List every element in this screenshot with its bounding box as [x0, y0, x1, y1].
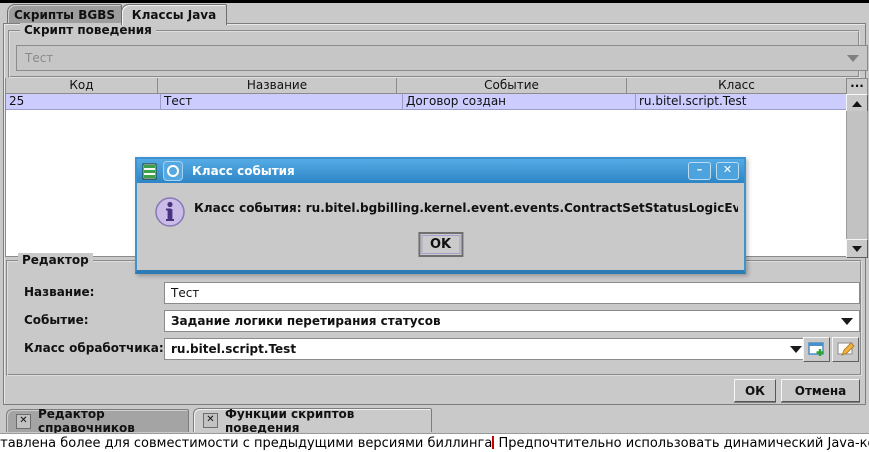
script-behavior-groupbox: Скрипт поведения Тест [8, 30, 860, 78]
cancel-button[interactable]: Отмена [781, 379, 860, 402]
table-row[interactable]: 25 Тест Договор создан ru.bitel.script.T… [6, 94, 847, 110]
event-combobox[interactable]: Задание логики перетирания статусов [164, 310, 860, 332]
app-icon [142, 163, 159, 180]
script-behavior-group-title: Скрипт поведения [20, 23, 156, 37]
chevron-down-icon [847, 55, 859, 62]
name-input[interactable]: Тест [164, 282, 860, 304]
tab-scripts-bgbs[interactable]: Скрипты BGBS [7, 4, 122, 24]
dialog-title: Класс события [192, 164, 683, 178]
bottom-tab-behavior-script-functions[interactable]: ✕ Функции скриптов поведения [193, 408, 432, 432]
event-class-dialog: Класс события – ✕ Класс события: ru.bite… [135, 157, 746, 274]
dialog-ok-button[interactable]: OK [418, 232, 463, 257]
handler-class-combobox[interactable]: ru.bitel.script.Test [164, 338, 809, 360]
table-header-row: Код Название Событие Класс [6, 78, 847, 94]
dialog-message: Класс события: ru.bitel.bgbilling.kernel… [194, 201, 738, 215]
dialog-titlebar[interactable]: Класс события – ✕ [137, 159, 744, 183]
cancel-button-label: Отмена [795, 384, 847, 398]
arrow-down-icon [852, 246, 862, 252]
tab-scripts-bgbs-label: Скрипты BGBS [14, 8, 115, 22]
name-label: Название: [24, 285, 94, 299]
name-input-value: Тест [171, 286, 199, 300]
window-edit-icon [837, 342, 855, 358]
dialog-body: Класс события: ru.bitel.bgbilling.kernel… [137, 183, 744, 266]
top-black-strip [0, 0, 869, 3]
column-header-code[interactable]: Код [6, 78, 158, 93]
help-text-right: Предпочтительно использовать динамически… [494, 436, 869, 451]
bottom-tab-directory-editor[interactable]: ✕ Редактор справочников [6, 409, 189, 432]
ok-button-label: ОК [745, 384, 765, 398]
bottom-tab-directory-editor-label: Редактор справочников [38, 407, 179, 435]
event-label: Событие: [24, 313, 89, 327]
cell-event: Договор создан [403, 94, 636, 109]
editor-group-title: Редактор [18, 253, 93, 267]
tab-classes-java[interactable]: Классы Java [121, 4, 227, 25]
help-text-area: ставлена более для совместимости с преды… [0, 433, 869, 452]
minimize-button[interactable]: – [688, 162, 711, 180]
script-behavior-combobox[interactable]: Тест [16, 45, 868, 71]
scrollbar-down-button[interactable] [846, 239, 868, 258]
help-text-left: ставлена более для совместимости с преды… [0, 436, 492, 451]
tab-classes-java-label: Классы Java [132, 8, 216, 22]
column-header-name[interactable]: Название [158, 78, 397, 93]
ring-glyph [167, 165, 179, 177]
info-icon [154, 194, 186, 230]
close-icon[interactable]: ✕ [203, 413, 218, 428]
handler-class-combobox-value: ru.bitel.script.Test [171, 342, 296, 356]
add-class-button[interactable] [803, 337, 830, 362]
editor-groupbox: Редактор Название: Тест Событие: Задание… [6, 260, 862, 376]
chevron-down-icon [790, 346, 802, 353]
cell-name: Тест [161, 94, 403, 109]
handler-class-label: Класс обработчика: [24, 341, 164, 355]
ok-button[interactable]: ОК [734, 379, 776, 402]
dialog-menu-icon[interactable] [163, 161, 183, 181]
bottom-tab-behavior-script-functions-label: Функции скриптов поведения [225, 407, 422, 435]
cell-class: ru.bitel.script.Test [636, 94, 847, 109]
window-add-icon [808, 342, 826, 358]
chevron-down-icon [841, 318, 853, 325]
dialog-ok-button-label: OK [421, 235, 460, 254]
close-button[interactable]: ✕ [716, 162, 739, 180]
close-icon[interactable]: ✕ [16, 414, 31, 429]
scrollbar-track[interactable] [846, 111, 868, 239]
edit-class-button[interactable] [832, 337, 859, 362]
help-text: ставлена более для совместимости с преды… [0, 436, 869, 451]
column-header-event[interactable]: Событие [397, 78, 627, 93]
event-combobox-value: Задание логики перетирания статусов [171, 314, 441, 328]
script-behavior-combobox-value: Тест [25, 51, 53, 65]
arrow-up-icon [852, 101, 862, 107]
application-window: Скрипты BGBS Классы Java Скрипт поведени… [0, 0, 869, 452]
column-header-class[interactable]: Класс [627, 78, 847, 93]
cell-code: 25 [6, 94, 161, 109]
